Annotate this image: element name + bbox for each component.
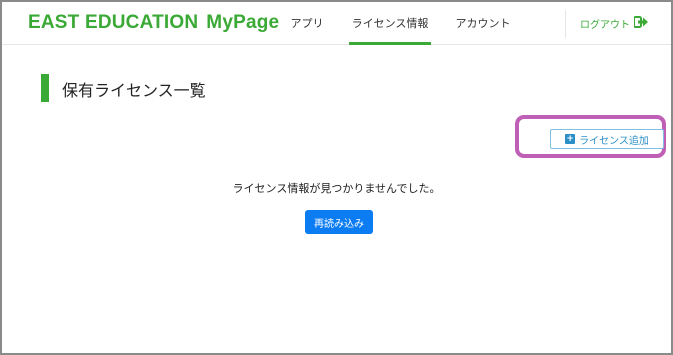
title-accent-bar bbox=[41, 74, 49, 102]
nav-item-license-info[interactable]: ライセンス情報 bbox=[349, 2, 431, 45]
logout-link[interactable]: ログアウト bbox=[580, 2, 648, 44]
nav-item-apps-label: アプリ bbox=[290, 17, 324, 30]
top-header: EAST EDUCATION MyPage アプリ ライセンス情報 アカウント ロ… bbox=[2, 2, 671, 45]
nav-item-account-label: アカウント bbox=[455, 17, 511, 30]
nav-divider bbox=[565, 10, 566, 38]
add-license-label: ライセンス追加 bbox=[579, 135, 649, 147]
plus-square-icon: + bbox=[565, 134, 576, 144]
window-frame bbox=[0, 0, 673, 355]
nav-item-apps[interactable]: アプリ bbox=[282, 2, 332, 44]
brand-logo[interactable]: EAST EDUCATION MyPage bbox=[28, 12, 279, 34]
add-license-button[interactable]: + ライセンス追加 bbox=[550, 129, 664, 149]
page-title: 保有ライセンス一覧 bbox=[62, 81, 206, 100]
nav-item-account[interactable]: アカウント bbox=[452, 2, 514, 44]
brand-suffix: MyPage bbox=[206, 12, 280, 33]
sign-out-icon bbox=[633, 15, 648, 31]
reload-label: 再読み込み bbox=[314, 218, 364, 230]
reload-button[interactable]: 再読み込み bbox=[305, 210, 373, 234]
logout-label: ログアウト bbox=[580, 19, 630, 31]
empty-state-message: ライセンス情報が見つかりませんでした。 bbox=[232, 182, 441, 195]
brand-text: EAST EDUCATION bbox=[28, 12, 199, 33]
nav-item-license-info-label: ライセンス情報 bbox=[351, 17, 429, 30]
